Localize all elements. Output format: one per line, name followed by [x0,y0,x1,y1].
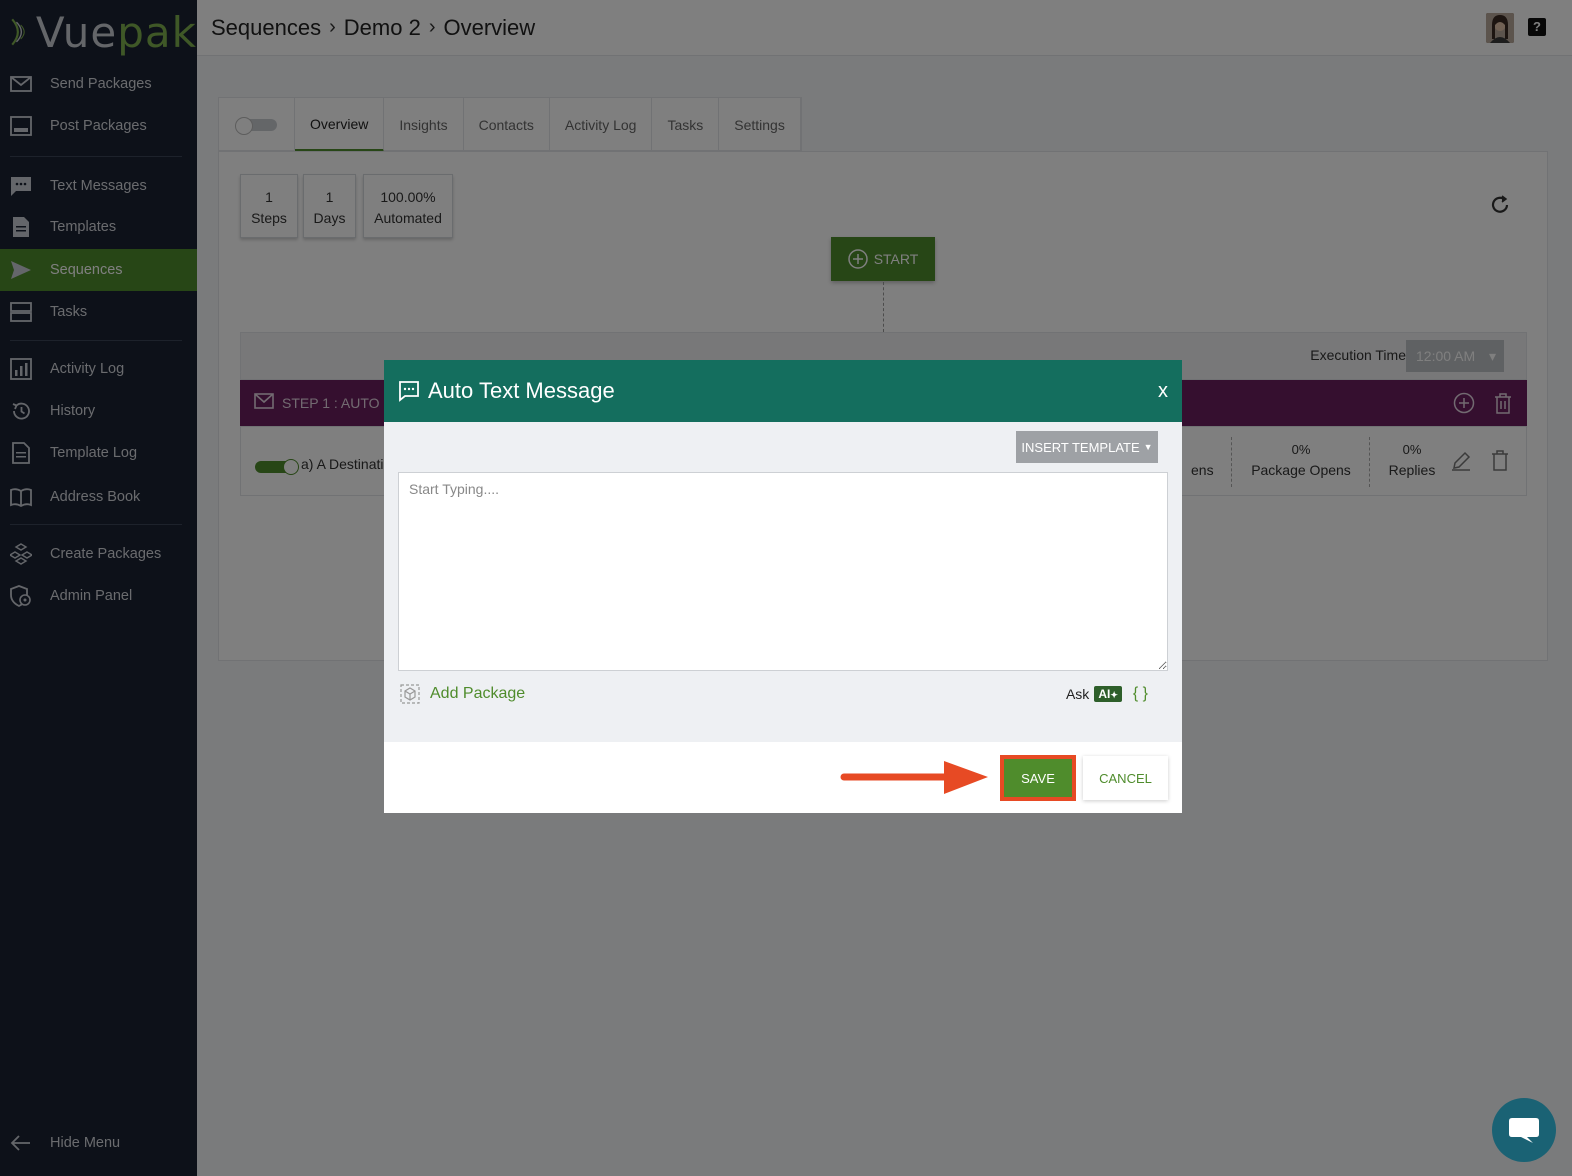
cancel-button[interactable]: CANCEL [1083,756,1168,800]
modal-body: INSERT TEMPLATE ▼ Add Package Ask AI✦ { … [384,422,1182,742]
sparkle-icon: ✦ [1110,690,1118,700]
insert-template-label: INSERT TEMPLATE [1021,439,1140,455]
close-button[interactable]: x [1158,380,1168,403]
modal-footer: SAVE CANCEL [384,742,1182,813]
chat-support-button[interactable] [1492,1098,1556,1162]
save-button[interactable]: SAVE [1001,756,1075,800]
ask-label: Ask [1065,686,1090,702]
annotation-arrow-icon [840,761,988,794]
message-input[interactable] [398,472,1168,671]
insert-template-button[interactable]: INSERT TEMPLATE ▼ [1016,431,1158,463]
ai-label: AI [1098,687,1111,701]
ai-badge: AI✦ [1094,686,1122,702]
auto-text-message-modal: Auto Text Message x INSERT TEMPLATE ▼ Ad… [384,360,1182,813]
variables-icon[interactable]: { } [1133,685,1148,703]
ask-ai-button[interactable]: Ask AI✦ { } [1066,685,1148,703]
chat-icon [1509,1118,1539,1143]
caret-down-icon: ▼ [1143,442,1153,452]
add-package-link[interactable]: Add Package [400,684,525,704]
package-icon [400,684,420,704]
message-icon [399,381,419,402]
add-package-label: Add Package [430,685,526,702]
modal-header: Auto Text Message x [384,360,1182,422]
modal-title: Auto Text Message [428,378,615,403]
